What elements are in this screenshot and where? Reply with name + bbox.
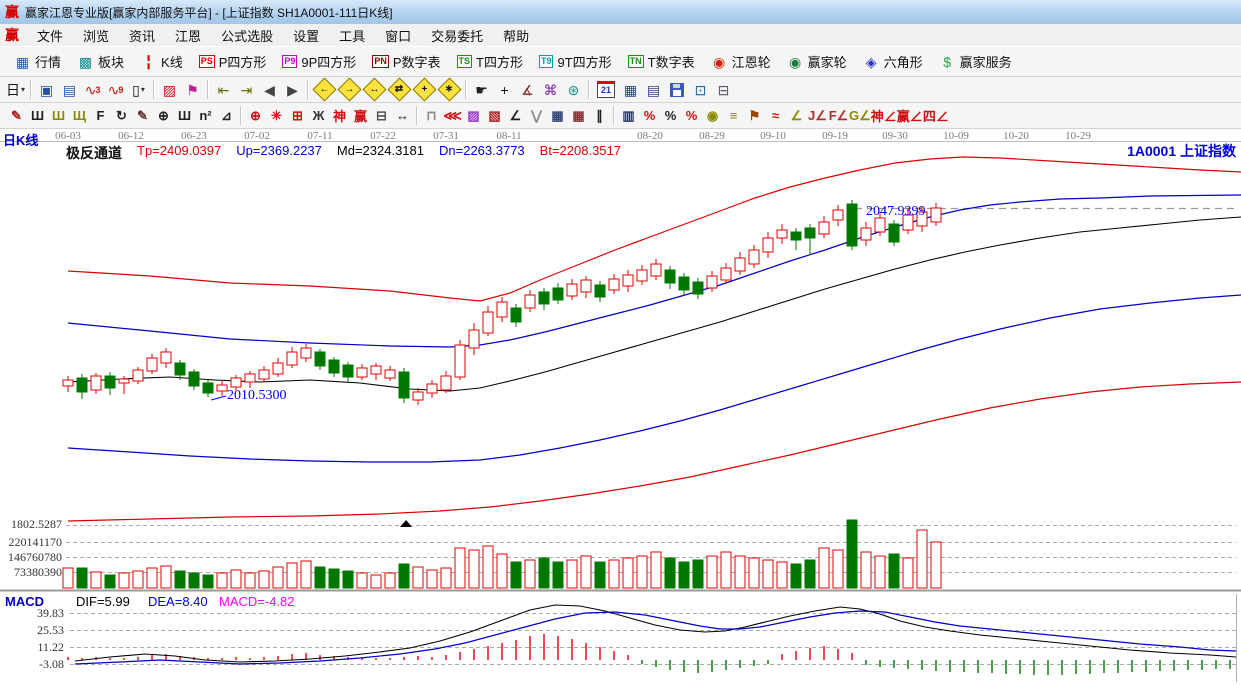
channel-lines xyxy=(68,157,1241,521)
date-tick: 08-29 xyxy=(699,130,725,142)
date-tick: 08-20 xyxy=(637,130,663,142)
app-window: { "window": { "logo_glyph": "赢", "title"… xyxy=(0,0,1241,685)
date-tick: 06-23 xyxy=(181,130,207,142)
macd-scale-3: 11.22 xyxy=(0,640,64,655)
date-tick: 06-12 xyxy=(118,130,144,142)
channel-dn-value: Dn=2263.3773 xyxy=(439,143,525,163)
date-tick: 09-10 xyxy=(760,130,786,142)
chart-canvas[interactable] xyxy=(0,0,1241,685)
volume-scale-2: 146760780 xyxy=(0,550,62,565)
symbol-label: 1A0001 上证指数 xyxy=(1127,141,1236,161)
channel-tp-value: Tp=2409.0397 xyxy=(137,143,221,163)
date-tick: 10-20 xyxy=(1003,130,1029,142)
macd-pane xyxy=(68,605,1236,675)
high-annotation: 2047.9399 xyxy=(866,204,926,220)
macd-dea-value: DEA=8.40 xyxy=(148,594,208,609)
macd-scale-1: 39.83 xyxy=(0,606,64,621)
channel-name: 极反通道 xyxy=(66,143,122,163)
macd-scale-4: -3.08 xyxy=(0,657,64,672)
date-tick: 07-31 xyxy=(433,130,459,142)
date-tick: 06-03 xyxy=(55,130,81,142)
channel-header: 极反通道 Tp=2409.0397 Up=2369.2237 Md=2324.3… xyxy=(66,143,621,163)
macd-dif-value: DIF=5.99 xyxy=(76,594,130,609)
date-tick: 10-29 xyxy=(1065,130,1091,142)
date-tick: 07-22 xyxy=(370,130,396,142)
low-annotation: 2010.5300 xyxy=(227,388,287,404)
channel-bt-value: Bt=2208.3517 xyxy=(540,143,621,163)
price-scale-label: 1802.5287 xyxy=(0,517,62,532)
date-tick: 08-11 xyxy=(496,130,521,142)
channel-up-value: Up=2369.2237 xyxy=(236,143,322,163)
channel-md-value: Md=2324.3181 xyxy=(337,143,424,163)
macd-scale-2: 25.53 xyxy=(0,623,64,638)
volume-scale-1: 220141170 xyxy=(0,535,62,550)
volume-scale-3: 73380390 xyxy=(0,565,62,580)
date-axis: 06-03 06-12 06-23 07-02 07-11 07-22 07-31 08-11… xyxy=(0,130,1241,142)
volume-bars xyxy=(63,520,941,588)
date-tick: 10-09 xyxy=(943,130,969,142)
candles xyxy=(63,200,941,405)
date-tick: 09-30 xyxy=(882,130,908,142)
date-tick: 07-02 xyxy=(244,130,270,142)
macd-value: MACD=-4.82 xyxy=(219,594,295,609)
date-tick: 09-19 xyxy=(822,130,848,142)
date-tick: 07-11 xyxy=(307,130,332,142)
